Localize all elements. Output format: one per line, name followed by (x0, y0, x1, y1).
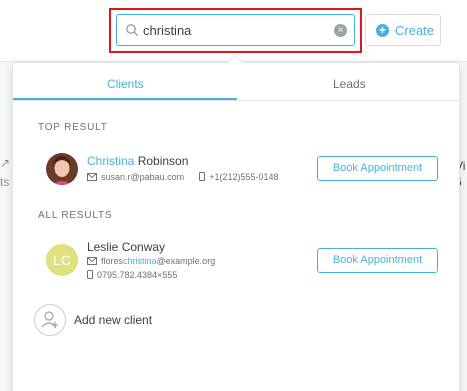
plus-circle-icon: + (376, 24, 389, 37)
book-appointment-button[interactable]: Book Appointment (317, 248, 438, 273)
create-button[interactable]: + Create (365, 14, 441, 46)
result-phone: +1(212)555-0148 (209, 172, 279, 182)
background-fragment-left: ts (0, 175, 10, 189)
envelope-icon (87, 173, 97, 181)
tab-leads[interactable]: Leads (333, 77, 366, 91)
result-contact: susan.r@pabau.com +1(212)555-0148 (87, 172, 279, 182)
phone-icon (199, 172, 206, 181)
search-results-dropdown: Clients Leads TOP RESULT Christina Robin… (12, 62, 460, 391)
search-box[interactable]: × (116, 14, 355, 46)
all-results-label: ALL RESULTS (38, 210, 113, 221)
email-post: @example.org (156, 256, 216, 266)
person-photo-icon (46, 153, 78, 185)
email-highlight: christina (123, 256, 157, 266)
book-appointment-button[interactable]: Book Appointment (317, 156, 438, 181)
external-link-icon: ↗ (0, 156, 11, 170)
search-icon (126, 24, 139, 37)
add-user-icon (34, 304, 66, 336)
top-result-row[interactable]: Christina Robinson susan.r@pabau.com +1(… (13, 147, 459, 197)
result-phone-line: 0795.782.4384×555 (87, 270, 177, 280)
active-tab-indicator (13, 98, 237, 100)
result-email: susan.r@pabau.com (101, 172, 185, 182)
result-email-line: floreschristina@example.org (87, 256, 215, 266)
add-new-client-label: Add new client (74, 313, 153, 327)
result-name: Christina Robinson (87, 154, 188, 168)
search-input[interactable] (143, 20, 323, 40)
result-phone: 0795.782.4384×555 (97, 270, 178, 280)
tab-clients[interactable]: Clients (107, 77, 144, 91)
result-name: Leslie Conway (87, 240, 166, 254)
avatar (46, 153, 78, 185)
envelope-icon (87, 257, 97, 265)
name-highlight: Christina (87, 154, 135, 168)
name-rest: Robinson (134, 154, 189, 168)
list-item[interactable]: LC Leslie Conway floreschristina@example… (13, 235, 459, 285)
email-pre: flores (101, 256, 124, 266)
avatar: LC (46, 244, 78, 276)
user-plus-icon (41, 311, 58, 328)
create-label: Create (395, 23, 435, 38)
clear-icon[interactable]: × (334, 24, 347, 37)
phone-icon (87, 270, 93, 279)
top-result-label: TOP RESULT (38, 122, 108, 133)
add-new-client[interactable]: Add new client (34, 304, 234, 338)
